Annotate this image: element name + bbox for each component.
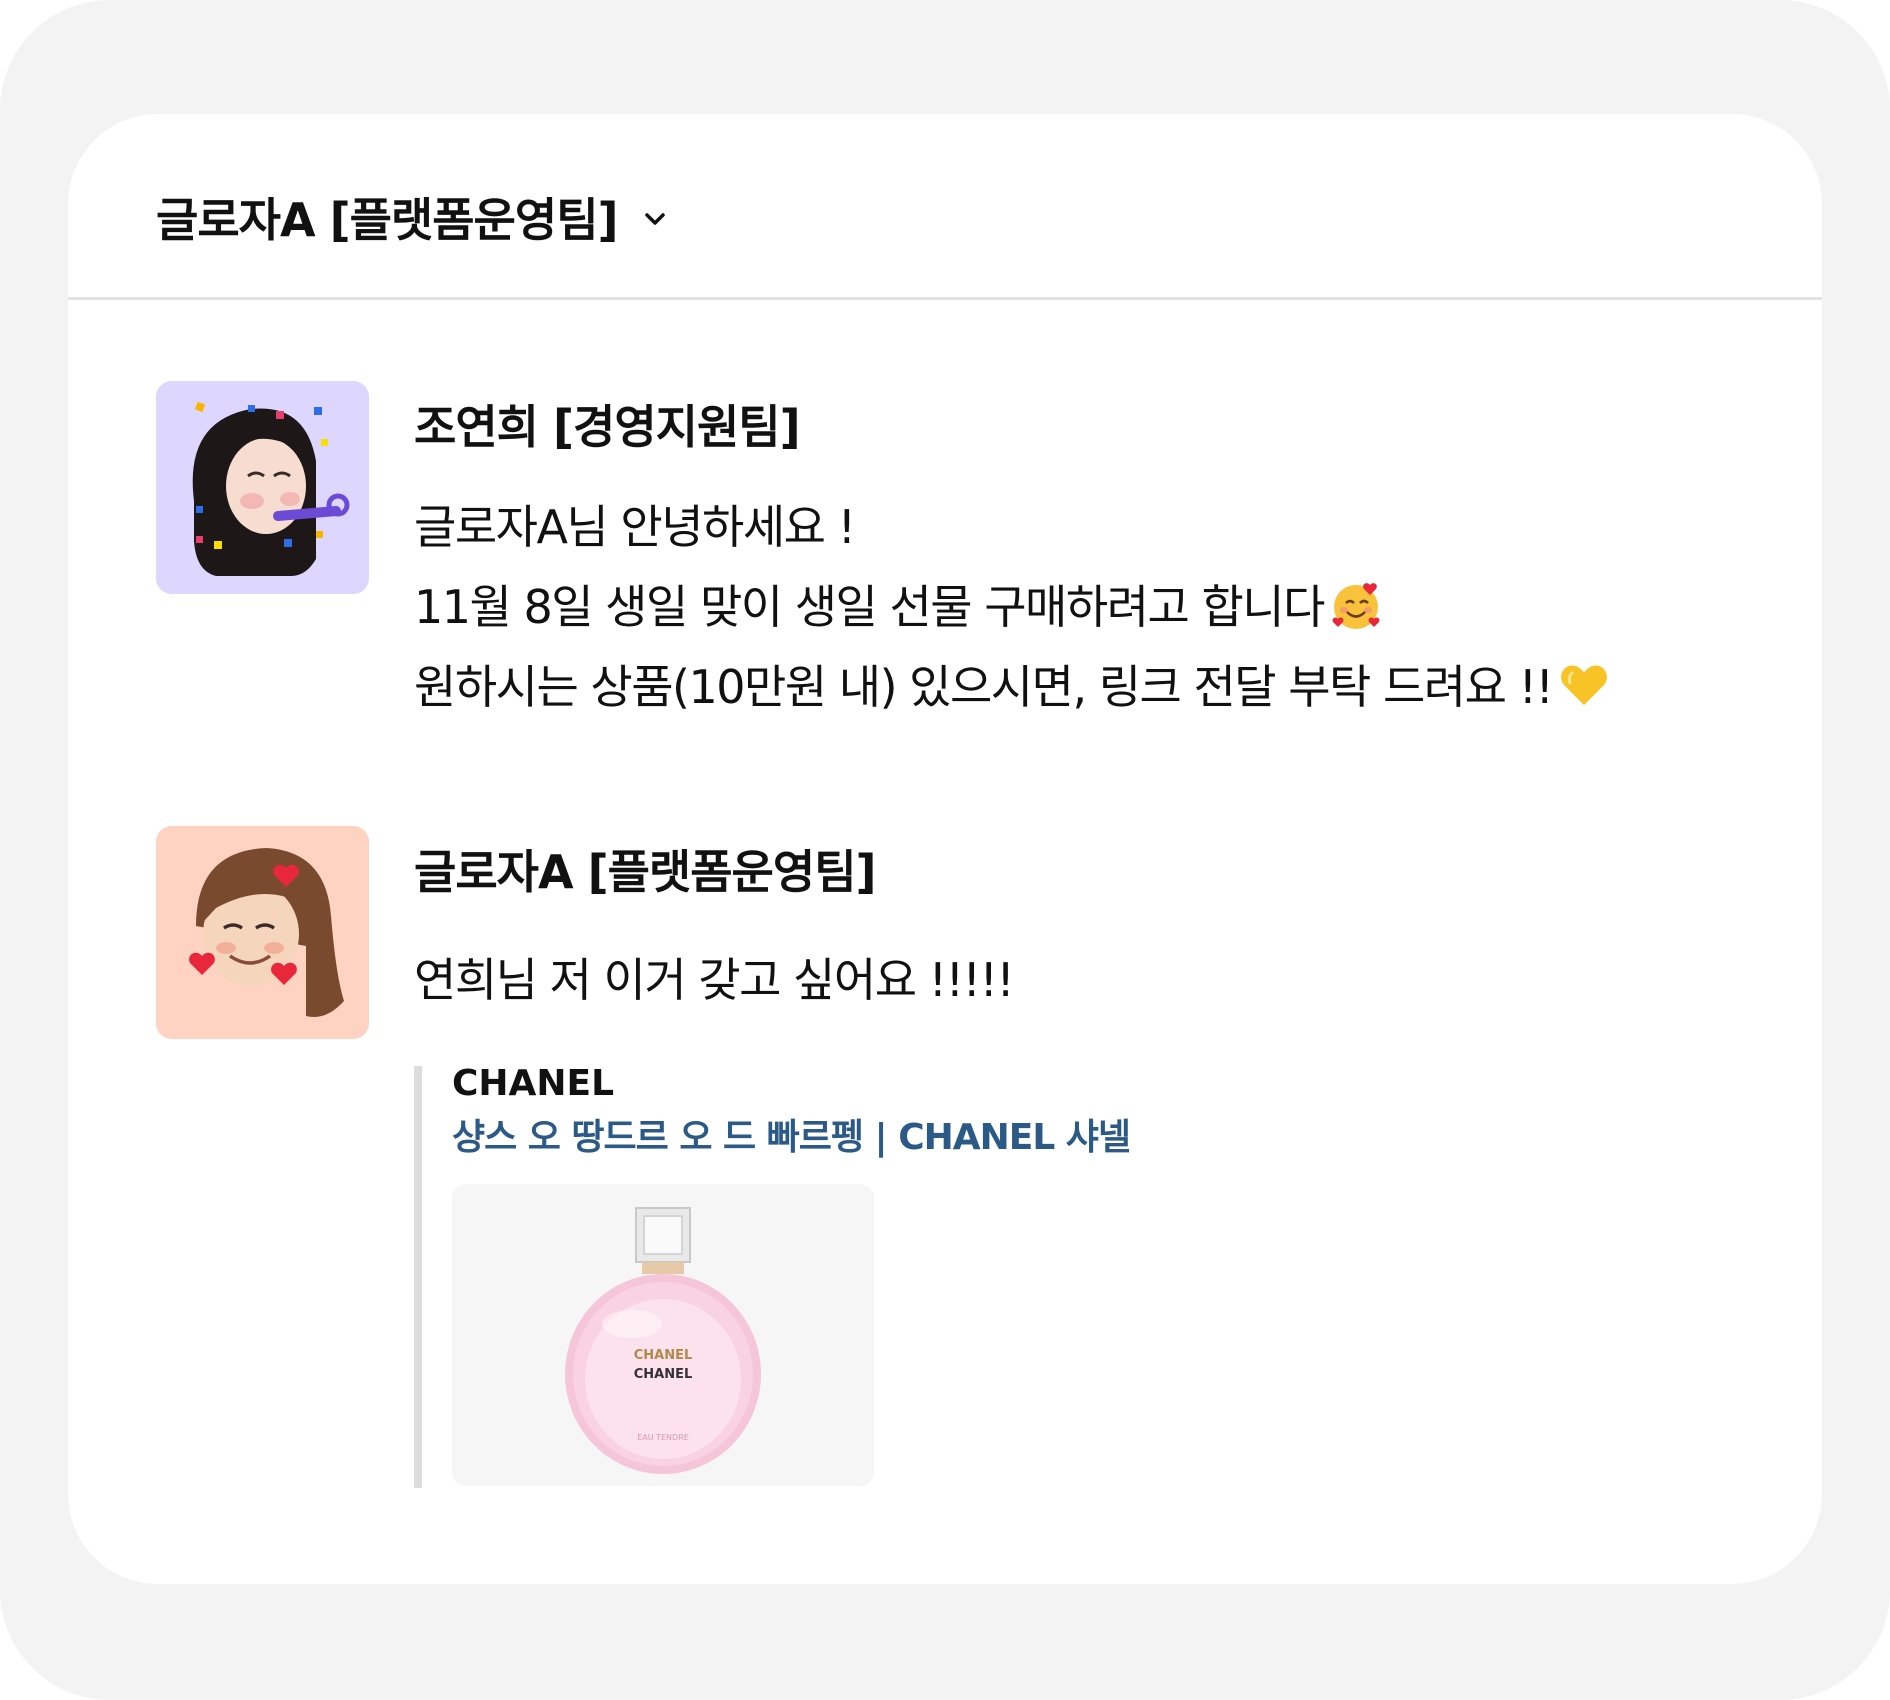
smiling-face-with-hearts-emoji-icon [1332,583,1380,629]
message-line: 글로자A님 안녕하세요 ! [414,500,856,554]
memoji-hearts-avatar-icon [156,826,369,1039]
message-line: 연희님 저 이거 갖고 싶어요 !!!!! [414,953,1015,1007]
message-content: 글로자A [플랫폼운영팀] 연희님 저 이거 갖고 싶어요 !!!!! CHAN… [414,826,1794,1488]
app-frame: 글로자A [플랫폼운영팀] 조연희 [경영지원팀] 글로자A님 안녕하세요 ! … [0,0,1890,1700]
yellow-heart-emoji-icon [1561,665,1608,705]
bottle-label-small: EAU TENDRE [637,1433,689,1442]
sender-name: 조연희 [경영지원팀] [414,400,801,454]
chat-title-dropdown[interactable]: 글로자A [플랫폼운영팀] [156,184,670,250]
link-preview-title[interactable]: 샹스 오 땅드르 오 드 빠르펭 | CHANEL 샤넬 [452,1108,1314,1168]
link-preview[interactable]: CHANEL 샹스 오 땅드르 오 드 빠르펭 | CHANEL 샤넬 CHAN… [414,1063,1314,1488]
link-preview-site: CHANEL [452,1063,615,1104]
memoji-party-avatar-icon [156,381,369,594]
message-content: 조연희 [경영지원팀] 글로자A님 안녕하세요 ! 11월 8일 생일 맞이 생… [414,381,1794,727]
avatar[interactable] [156,381,369,594]
perfume-bottle-image: CHANEL CHANEL EAU TENDRE [452,1184,874,1486]
chat-header: 글로자A [플랫폼운영팀] [68,114,1822,300]
message-line: 원하시는 상품(10만원 내) 있으시면, 링크 전달 부탁 드려요 !! [414,647,1794,727]
message-line: 11월 8일 생일 맞이 생일 선물 구매하려고 합니다 [414,567,1794,647]
chevron-down-icon[interactable] [640,204,670,234]
avatar[interactable] [156,826,369,1039]
sender-name: 글로자A [플랫폼운영팀] [414,845,877,899]
chat-panel: 글로자A [플랫폼운영팀] 조연희 [경영지원팀] 글로자A님 안녕하세요 ! … [68,114,1822,1584]
chat-title: 글로자A [플랫폼운영팀] [156,193,619,247]
link-preview-image[interactable]: CHANEL CHANEL EAU TENDRE [452,1184,874,1486]
bottle-label-top: CHANEL [634,1348,693,1363]
bottle-label-bottom: CHANEL [634,1367,693,1382]
